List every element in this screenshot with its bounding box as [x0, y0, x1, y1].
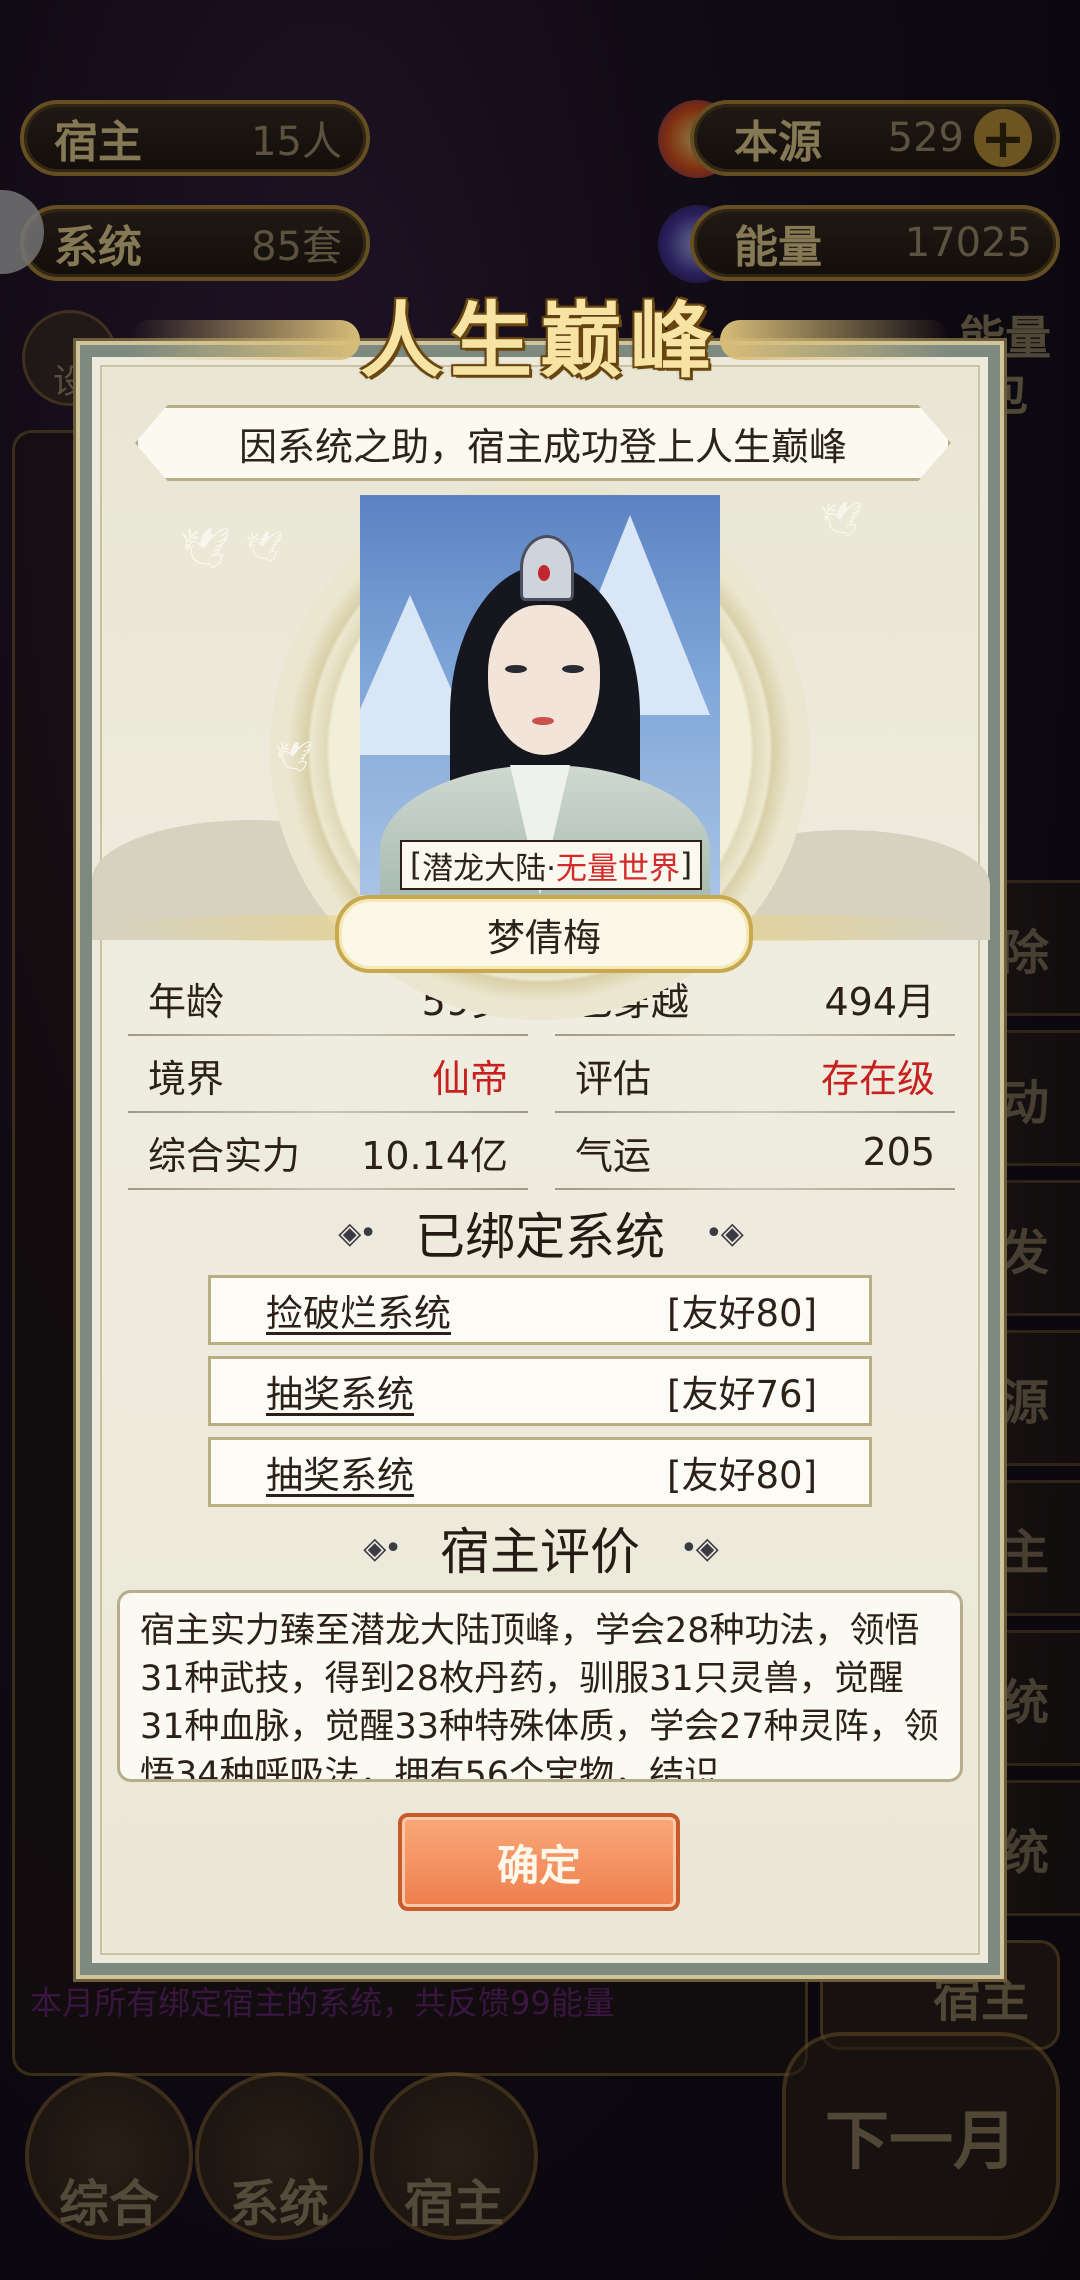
confirm-button[interactable]: 确定: [398, 1813, 680, 1911]
stat-luck: 气运 205: [555, 1114, 955, 1190]
system-affinity: [友好80]: [667, 1454, 817, 1497]
stat-value: 494月: [824, 979, 935, 1024]
stat-label: 境界: [148, 1056, 225, 1101]
host-name: 梦倩梅: [335, 895, 753, 973]
system-affinity: [友好80]: [667, 1292, 817, 1335]
stat-label: 评估: [575, 1056, 652, 1101]
stat-label: 年龄: [148, 979, 225, 1024]
bound-system-row[interactable]: 捡破烂系统 [友好80]: [208, 1275, 872, 1345]
diamond-ornament-icon: •◈: [680, 1530, 719, 1566]
crane-icon: 🕊: [275, 740, 314, 775]
stat-value: 205: [862, 1130, 935, 1174]
diamond-ornament-icon: •◈: [705, 1215, 744, 1251]
portrait-lips: [532, 717, 554, 725]
evaluation-text: 宿主实力臻至潜龙大陆顶峰，学会28种功法，领悟31种武技，得到28枚丹药，驯服3…: [140, 1611, 939, 1782]
dialog-subtitle: 因系统之助，宿主成功登上人生巅峰: [135, 405, 951, 481]
crane-icon: 🕊: [180, 526, 231, 572]
bound-systems-heading: ◈• 已绑定系统 •◈: [280, 1198, 800, 1268]
bound-systems-title: 已绑定系统: [415, 1208, 665, 1266]
diamond-ornament-icon: ◈•: [363, 1530, 402, 1566]
portrait-eye: [505, 665, 527, 673]
crane-icon: 🕊: [245, 530, 284, 565]
portrait-gem: [538, 565, 550, 581]
world-prefix: 潜龙大陆·: [422, 850, 556, 887]
stat-realm: 境界 仙帝: [128, 1037, 528, 1113]
stat-label: 气运: [575, 1133, 652, 1178]
system-name-link[interactable]: 捡破烂系统: [266, 1283, 451, 1337]
stat-value: 存在级: [820, 1056, 935, 1101]
system-name-link[interactable]: 抽奖系统: [266, 1445, 414, 1499]
system-name-link[interactable]: 抽奖系统: [266, 1364, 414, 1418]
host-evaluation-title: 宿主评价: [440, 1523, 640, 1581]
crane-icon: 🕊: [820, 500, 864, 540]
system-affinity: [友好76]: [667, 1373, 817, 1416]
stat-power: 综合实力 10.14亿: [128, 1114, 528, 1190]
bound-system-row[interactable]: 抽奖系统 [友好76]: [208, 1356, 872, 1426]
evaluation-text-box[interactable]: 宿主实力臻至潜龙大陆顶峰，学会28种功法，领悟31种武技，得到28枚丹药，驯服3…: [117, 1590, 963, 1782]
stat-value: 10.14亿: [361, 1133, 508, 1178]
portrait-face: [488, 605, 600, 755]
world-highlight: 无量世界: [555, 850, 680, 887]
stat-value: 仙帝: [431, 1056, 508, 1101]
stat-label: 综合实力: [148, 1133, 301, 1178]
stat-rating: 评估 存在级: [555, 1037, 955, 1113]
host-portrait: [360, 495, 720, 895]
dialog-title: 人生巅峰: [359, 292, 720, 389]
portrait-eye: [562, 665, 584, 673]
bound-system-row[interactable]: 抽奖系统 [友好80]: [208, 1437, 872, 1507]
world-tag: [潜龙大陆· 无量世界]: [400, 840, 703, 890]
host-evaluation-heading: ◈• 宿主评价 •◈: [280, 1513, 800, 1583]
diamond-ornament-icon: ◈•: [338, 1215, 377, 1251]
